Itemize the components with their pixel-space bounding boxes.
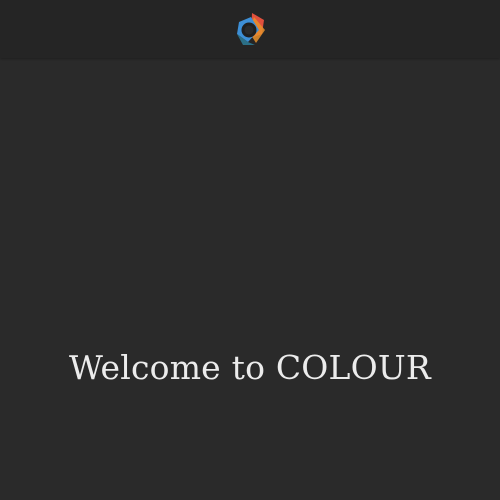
top-bar (0, 0, 500, 58)
welcome-heading: Welcome to COLOUR (69, 348, 431, 387)
hero-section: Welcome to COLOUR (0, 340, 500, 396)
app-page: Welcome to COLOUR (0, 0, 500, 500)
colour-logo-icon[interactable] (235, 12, 267, 46)
